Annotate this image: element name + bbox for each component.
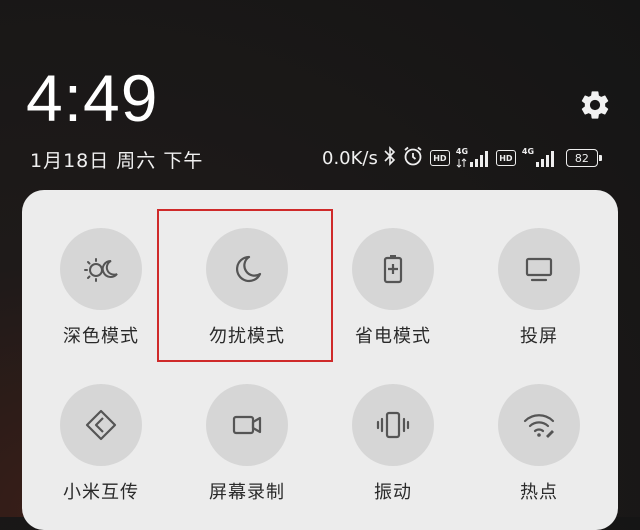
share-transfer-icon (60, 384, 142, 466)
tile-dark-mode[interactable]: 深色模式 (36, 228, 166, 368)
video-camera-icon (206, 384, 288, 466)
clock-time: 4:49 (26, 61, 159, 135)
gear-icon[interactable] (578, 88, 612, 122)
hd-badge-1: HD (429, 150, 450, 166)
highlight-box (157, 209, 333, 362)
hotspot-icon (498, 384, 580, 466)
battery-saver-icon (352, 228, 434, 310)
tile-vibrate[interactable]: 振动 (328, 384, 458, 524)
tile-label: 热点 (520, 482, 558, 503)
tile-battery-saver[interactable]: 省电模式 (328, 228, 458, 368)
bluetooth-icon (384, 146, 396, 170)
alarm-clock-icon (402, 145, 424, 171)
tile-label: 屏幕录制 (209, 482, 285, 503)
tile-label: 深色模式 (63, 326, 139, 347)
date-text: 1月18日 周六 下午 (30, 150, 204, 172)
battery-indicator: 82 (565, 149, 602, 167)
signal-1: 4G (456, 147, 490, 169)
vibrate-icon (352, 384, 434, 466)
tile-hotspot[interactable]: 热点 (474, 384, 604, 524)
tile-label: 振动 (374, 482, 412, 503)
net-type-label-2: 4G (521, 147, 535, 156)
tile-mi-share[interactable]: 小米互传 (36, 384, 166, 524)
tile-screen-record[interactable]: 屏幕录制 (182, 384, 312, 524)
status-header: 4:49 1月18日 周六 下午 0.0K/s HD 4G HD 4G 82 (0, 0, 640, 190)
tile-label: 省电模式 (355, 326, 431, 347)
net-speed: 0.0K/s (322, 147, 378, 169)
tile-label: 小米互传 (63, 482, 139, 503)
cast-screen-icon (498, 228, 580, 310)
net-type-label-1: 4G (455, 147, 469, 156)
dark-mode-icon (60, 228, 142, 310)
hd-badge-2: HD (495, 150, 516, 166)
status-icons: 0.0K/s HD 4G HD 4G 82 (322, 145, 602, 171)
tile-screen-cast[interactable]: 投屏 (474, 228, 604, 368)
signal-2: 4G (522, 147, 556, 169)
tile-label: 投屏 (520, 326, 558, 347)
